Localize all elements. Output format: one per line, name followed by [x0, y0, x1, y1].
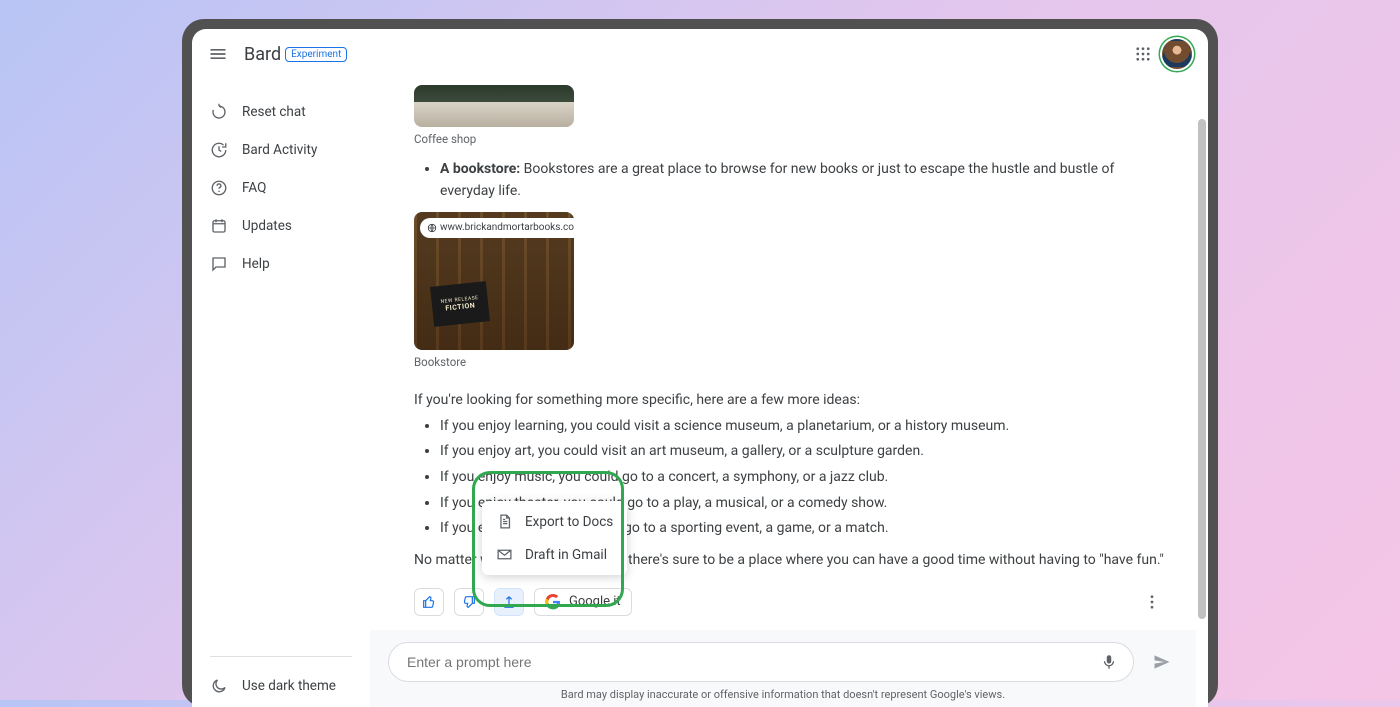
composer-area: Bard may display inaccurate or offensive…: [370, 630, 1196, 707]
calendar-icon: [210, 217, 228, 235]
dark-theme-label: Use dark theme: [242, 678, 336, 694]
bookstore-signage: NEW RELEASEFICTION: [430, 281, 490, 327]
image-caption: Bookstore: [414, 354, 1166, 372]
microphone-button[interactable]: [1095, 648, 1123, 676]
list-item: A bookstore: Bookstores are a great plac…: [440, 159, 1166, 202]
reset-icon: [210, 103, 228, 121]
sidebar-item-help[interactable]: Help: [192, 245, 370, 283]
sidebar: Reset chat Bard Activity FAQ Updates Hel…: [192, 79, 370, 707]
docs-icon: [496, 513, 513, 530]
image-bookstore[interactable]: www.brickandmortarbooks.com NEW RELEASEF…: [414, 212, 574, 350]
send-icon: [1152, 652, 1172, 672]
image-caption: Coffee shop: [414, 131, 1166, 149]
google-it-button[interactable]: Google it: [534, 588, 632, 616]
draft-in-gmail-item[interactable]: Draft in Gmail: [482, 538, 627, 571]
thumbs-down-icon: [461, 594, 477, 610]
thumbs-up-icon: [421, 594, 437, 610]
feedback-icon: [210, 255, 228, 273]
microphone-icon: [1100, 653, 1118, 671]
list-item: If you enjoy art, you could visit an art…: [440, 441, 1166, 463]
gmail-icon: [496, 546, 513, 563]
history-icon: [210, 141, 228, 159]
scrollbar-thumb[interactable]: [1198, 119, 1206, 619]
send-button[interactable]: [1146, 646, 1178, 678]
bookstore-text: Bookstores are a great place to browse f…: [440, 161, 1114, 199]
sidebar-item-updates[interactable]: Updates: [192, 207, 370, 245]
list-item: If you enjoy music, you could go to a co…: [440, 467, 1166, 489]
sidebar-item-faq[interactable]: FAQ: [192, 169, 370, 207]
sidebar-item-label: Reset chat: [242, 104, 306, 120]
sidebar-item-reset-chat[interactable]: Reset chat: [192, 93, 370, 131]
menu-icon[interactable]: [206, 42, 230, 66]
export-menu-label: Export to Docs: [525, 514, 613, 530]
export-menu-label: Draft in Gmail: [525, 547, 607, 563]
google-it-label: Google it: [569, 592, 621, 612]
image-coffee-shop[interactable]: [414, 85, 574, 127]
export-popover: Export to Docs Draft in Gmail: [482, 501, 627, 575]
globe-icon: [427, 223, 437, 233]
prompt-input[interactable]: [407, 654, 1095, 670]
thumbs-up-button[interactable]: [414, 588, 444, 616]
sidebar-item-label: Updates: [242, 218, 292, 234]
top-bar: Bard Experiment: [192, 29, 1208, 79]
image-source-chip[interactable]: www.brickandmortarbooks.com: [420, 218, 574, 238]
share-export-button[interactable]: [494, 588, 524, 616]
sidebar-item-label: Bard Activity: [242, 142, 317, 158]
list-item: If you enjoy learning, you could visit a…: [440, 416, 1166, 438]
help-circle-icon: [210, 179, 228, 197]
prompt-input-container: [388, 642, 1134, 682]
moon-icon: [210, 677, 228, 695]
sidebar-item-label: FAQ: [242, 180, 266, 196]
more-options-button[interactable]: [1138, 588, 1166, 616]
sidebar-item-label: Help: [242, 256, 270, 272]
disclaimer-text: Bard may display inaccurate or offensive…: [388, 688, 1178, 701]
export-to-docs-item[interactable]: Export to Docs: [482, 505, 627, 538]
sidebar-item-activity[interactable]: Bard Activity: [192, 131, 370, 169]
image-source-url: www.brickandmortarbooks.com: [440, 220, 574, 236]
upload-icon: [501, 594, 517, 610]
google-apps-icon[interactable]: [1126, 37, 1160, 71]
paragraph: If you're looking for something more spe…: [414, 390, 1166, 412]
response-actions: Google it: [414, 588, 1166, 616]
chat-content: Coffee shop A bookstore: Bookstores are …: [370, 79, 1208, 707]
experiment-badge: Experiment: [285, 47, 347, 62]
more-vertical-icon: [1143, 593, 1161, 611]
bookstore-label: A bookstore:: [440, 161, 520, 177]
thumbs-down-button[interactable]: [454, 588, 484, 616]
brand-name: Bard: [244, 44, 281, 65]
account-avatar[interactable]: [1160, 37, 1194, 71]
google-logo-icon: [545, 594, 561, 610]
dark-theme-toggle[interactable]: Use dark theme: [192, 665, 370, 707]
